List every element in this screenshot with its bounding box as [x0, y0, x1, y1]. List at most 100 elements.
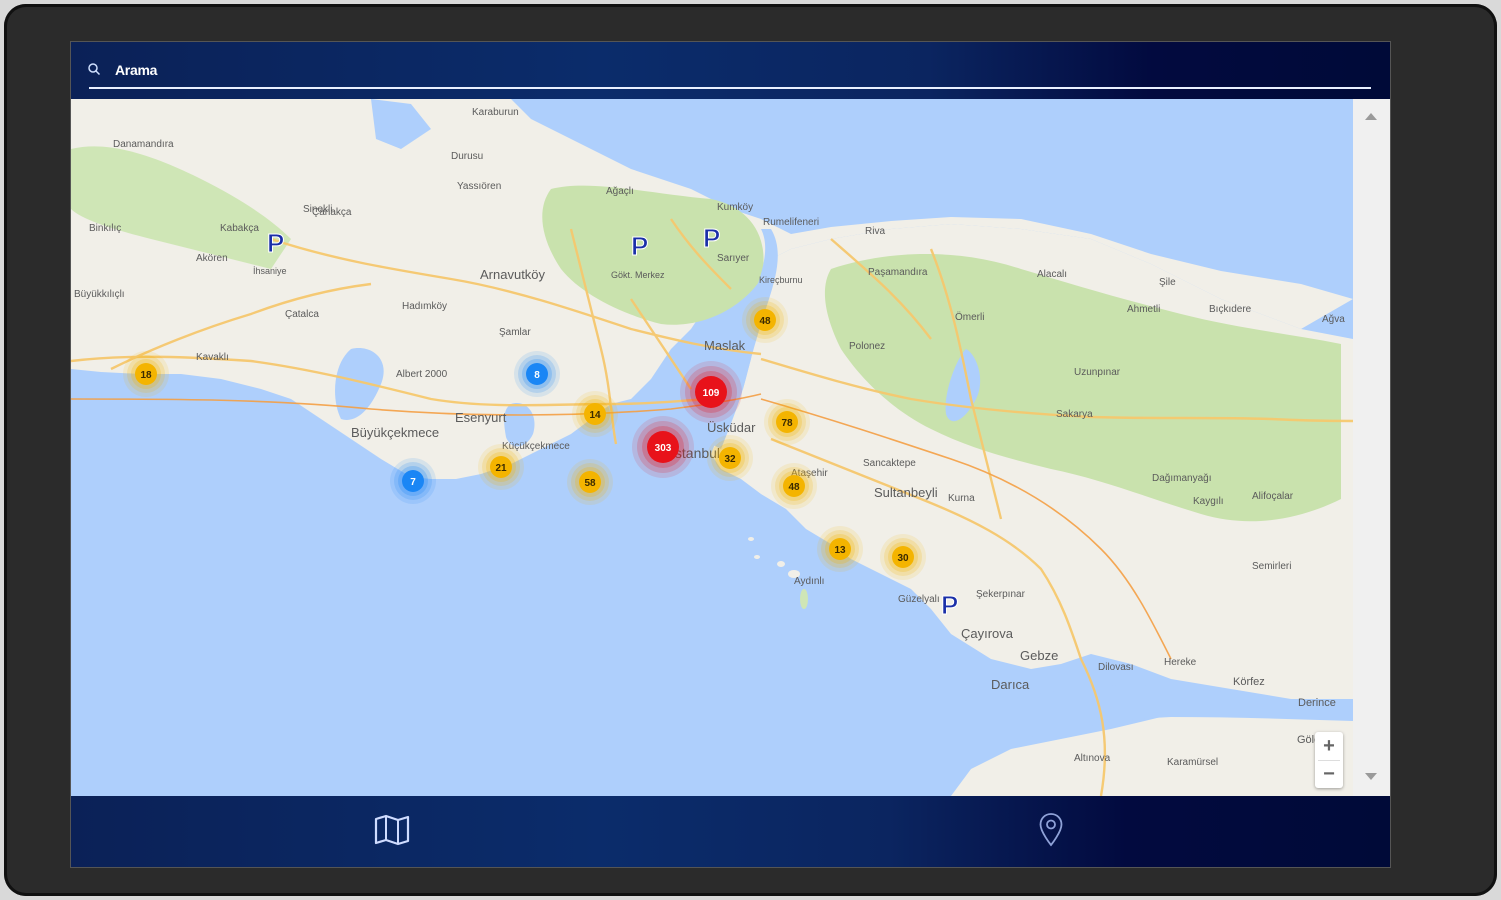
- place-label: İhsaniye: [253, 266, 287, 276]
- svg-text:P: P: [267, 228, 284, 258]
- place-label: Ömerli: [955, 311, 984, 323]
- place-label: Albert 2000: [396, 369, 448, 380]
- place-label: Bıçkıdere: [1209, 304, 1252, 315]
- yalova-land: [951, 711, 1353, 796]
- cluster-marker[interactable]: 14: [572, 391, 618, 437]
- place-label: Yassıören: [457, 181, 501, 192]
- map-icon[interactable]: [374, 814, 410, 846]
- place-label: Çayırova: [961, 626, 1014, 641]
- parking-icon[interactable]: P: [267, 228, 285, 259]
- islet-1: [748, 537, 754, 541]
- place-label: Sarıyer: [717, 253, 750, 264]
- place-label: Çanakça: [312, 207, 352, 218]
- search-input[interactable]: Arama: [115, 62, 157, 78]
- svg-text:P: P: [941, 590, 958, 620]
- cluster-count: 32: [724, 454, 736, 465]
- place-label: Darıca: [991, 677, 1030, 692]
- place-label: Şekerpınar: [976, 589, 1026, 600]
- scroll-up-arrow-icon[interactable]: [1365, 113, 1377, 120]
- map-canvas[interactable]: Karaburun Danamandıra Durusu Yassıören Ağaçl…: [71, 99, 1353, 796]
- place-label: Kabakça: [220, 223, 259, 234]
- place-label: Sultanbeyli: [874, 485, 938, 500]
- cluster-count: 7: [410, 477, 416, 488]
- place-label: Arnavutköy: [480, 267, 546, 282]
- parking-icon[interactable]: P: [631, 231, 649, 262]
- cluster-marker[interactable]: 30: [880, 534, 926, 580]
- place-label: Uzunpınar: [1074, 367, 1121, 378]
- place-label: Semirleri: [1252, 561, 1291, 572]
- place-label: Polonez: [849, 341, 885, 352]
- place-label: Ağva: [1322, 314, 1345, 325]
- place-label: Maslak: [704, 338, 746, 353]
- place-label: Binkılıç: [89, 223, 121, 234]
- cluster-marker[interactable]: 303: [632, 416, 694, 478]
- search-underline: [89, 87, 1371, 89]
- parking-icon[interactable]: P: [703, 223, 721, 254]
- place-label: Alacalı: [1037, 269, 1067, 280]
- place-label: Kurna: [948, 493, 975, 504]
- scroll-down-arrow-icon[interactable]: [1365, 773, 1377, 780]
- place-label: Danamandıra: [113, 139, 174, 150]
- svg-text:P: P: [631, 231, 648, 261]
- svg-text:P: P: [703, 223, 720, 253]
- cluster-count: 30: [897, 553, 909, 564]
- place-label: Kavaklı: [196, 352, 229, 363]
- cluster-count: 21: [495, 463, 507, 474]
- place-label: Karaburun: [472, 107, 519, 118]
- vertical-scrollbar[interactable]: [1353, 99, 1390, 796]
- place-label: Dağımanyağı: [1152, 473, 1211, 484]
- place-label: Kireçburnu: [759, 275, 803, 285]
- place-label: Hereke: [1164, 657, 1197, 668]
- place-label: Alifoçalar: [1252, 491, 1294, 502]
- place-label: Aydınlı: [794, 576, 824, 587]
- cluster-marker[interactable]: 109: [680, 361, 742, 423]
- place-label: Gebze: [1020, 648, 1058, 663]
- place-label: Paşamandıra: [868, 267, 928, 278]
- cluster-marker[interactable]: 32: [707, 435, 753, 481]
- place-label: Güzelyalı: [898, 594, 940, 605]
- parking-icon[interactable]: P: [941, 590, 959, 621]
- cluster-marker[interactable]: 48: [742, 297, 788, 343]
- place-label: Ahmetli: [1127, 304, 1160, 315]
- cluster-marker[interactable]: 21: [478, 444, 524, 490]
- place-label: Şamlar: [499, 327, 531, 338]
- place-label: Gökt. Merkez: [611, 270, 665, 280]
- cluster-count: 58: [584, 478, 596, 489]
- cluster-marker[interactable]: 78: [764, 399, 810, 445]
- place-label: Kaygılı: [1193, 496, 1224, 507]
- princes-island-2: [777, 561, 785, 567]
- cluster-count: 78: [781, 418, 793, 429]
- place-label: Şile: [1159, 277, 1176, 288]
- place-label: Dilovası: [1098, 662, 1134, 673]
- cluster-count: 303: [655, 443, 672, 454]
- cluster-marker[interactable]: 13: [817, 526, 863, 572]
- tablet-frame: Arama Karaburun Danamandıra Durusu Yassı…: [4, 4, 1497, 896]
- place-label: Ağaçlı: [606, 186, 634, 197]
- place-label: Esenyurt: [455, 410, 507, 425]
- place-label: Körfez: [1233, 676, 1265, 688]
- place-label: Akören: [196, 253, 228, 264]
- princes-island-3: [754, 555, 760, 559]
- place-label: Rumelifeneri: [763, 217, 819, 228]
- cluster-marker[interactable]: 58: [567, 459, 613, 505]
- search-bar: Arama: [71, 42, 1390, 99]
- cluster-marker[interactable]: 8: [514, 351, 560, 397]
- place-label: Hadımköy: [402, 301, 447, 312]
- cluster-marker[interactable]: 48: [771, 463, 817, 509]
- zoom-out-button[interactable]: −: [1315, 761, 1343, 788]
- map-view[interactable]: Karaburun Danamandıra Durusu Yassıören Ağaçl…: [71, 99, 1353, 796]
- cluster-count: 13: [834, 545, 846, 556]
- place-label: Kumköy: [717, 202, 753, 213]
- islet-2: [800, 589, 808, 609]
- cluster-count: 18: [140, 370, 152, 381]
- app-screen: Arama Karaburun Danamandıra Durusu Yassı…: [70, 41, 1391, 868]
- search-icon[interactable]: [87, 62, 101, 76]
- cluster-marker[interactable]: 18: [123, 351, 169, 397]
- cluster-count: 14: [589, 410, 601, 421]
- place-label: Çatalca: [285, 309, 319, 320]
- cluster-marker[interactable]: 7: [390, 458, 436, 504]
- place-label: Sakarya: [1056, 409, 1093, 420]
- zoom-in-button[interactable]: +: [1315, 732, 1343, 760]
- location-pin-icon[interactable]: [1038, 812, 1064, 848]
- place-label: Büyükçekmece: [351, 425, 439, 440]
